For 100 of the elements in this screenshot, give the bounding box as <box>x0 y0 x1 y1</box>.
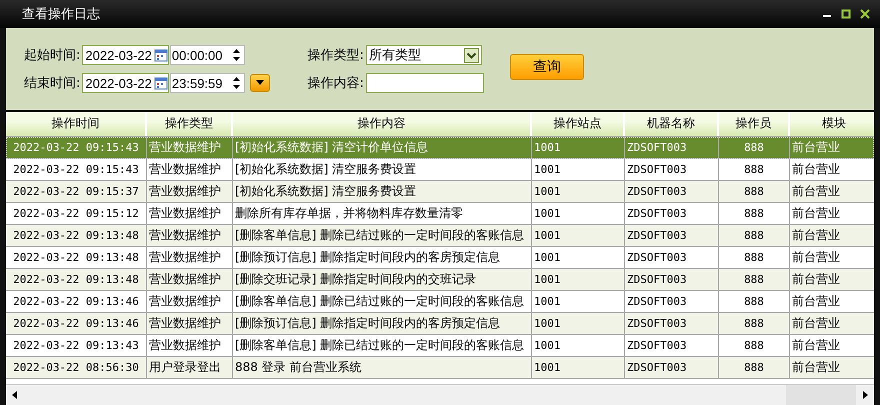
table-cell: [删除客单信息] 删除已结过账的一定时间段的客账信息 <box>235 294 524 308</box>
table-cell: 2022-03-22 08:56:30 <box>13 361 139 374</box>
table-cell: 888 <box>744 251 764 264</box>
date-field[interactable]: 2022-03-22 <box>82 45 169 65</box>
table-row[interactable]: 2022-03-22 09:13:46 营业数据维护 [删除客单信息] 删除已结过账的一定时间段的客账信息 1001 ZDSOFT003 888 前台营业 <box>6 291 874 313</box>
table-cell: 删除所有库存单据，并将物料库存数量清零 <box>235 206 463 220</box>
table-cell: 1001 <box>534 339 560 352</box>
table-cell: 前台营业 <box>792 206 840 220</box>
table-cell: 888 <box>744 295 764 308</box>
query-button[interactable]: 查询 <box>510 54 584 80</box>
spin-arrows-icon[interactable] <box>232 76 240 90</box>
table-cell: ZDSOFT003 <box>627 141 687 154</box>
spin-arrows-icon[interactable] <box>232 48 240 62</box>
table-cell: 888 <box>744 185 764 198</box>
table-cell: 营业数据维护 <box>149 162 221 176</box>
table-cell: 1001 <box>534 251 560 264</box>
table-row[interactable]: 2022-03-22 09:13:48 营业数据维护 [删除客单信息] 删除已结过账的一定时间段的客账信息 1001 ZDSOFT003 888 前台营业 <box>6 225 874 247</box>
table-cell: [删除预订信息] 删除指定时间段内的客房预定信息 <box>235 250 500 264</box>
table-cell: 2022-03-22 09:13:48 <box>13 229 139 242</box>
field-label: 操作类型: <box>308 47 364 64</box>
scrollbar-thumb[interactable] <box>786 385 856 405</box>
table-row[interactable]: 2022-03-22 09:13:48 营业数据维护 [删除预订信息] 删除指定时间段内的客房预定信息 1001 ZDSOFT003 888 前台营业 <box>6 247 874 269</box>
table-cell: [删除客单信息] 删除已结过账的一定时间段的客账信息 <box>235 228 524 242</box>
table-cell: 2022-03-22 09:13:48 <box>13 273 139 286</box>
table-cell: 营业数据维护 <box>149 140 221 154</box>
table-cell: 1001 <box>534 273 560 286</box>
table-cell: 前台营业 <box>792 228 840 242</box>
table-cell: 1001 <box>534 185 560 198</box>
table-cell: 营业数据维护 <box>149 184 221 198</box>
table-cell: ZDSOFT003 <box>627 185 687 198</box>
table-row[interactable]: 2022-03-22 09:13:48 营业数据维护 [删除交班记录] 删除指定时间段内的交班记录 1001 ZDSOFT003 888 前台营业 <box>6 269 874 291</box>
field-label: 结束时间: <box>24 75 80 92</box>
table-cell: 前台营业 <box>792 294 840 308</box>
table-cell: 2022-03-22 09:15:12 <box>13 207 139 220</box>
table-cell: 888 <box>744 361 764 374</box>
table-cell: ZDSOFT003 <box>627 361 687 374</box>
table-row[interactable]: 2022-03-22 09:15:37 营业数据维护 [初始化系统数据] 清空服务费设置 1001 ZDSOFT003 888 前台营业 <box>6 181 874 203</box>
table-cell: [删除交班记录] 删除指定时间段内的交班记录 <box>235 272 476 286</box>
horizontal-scrollbar[interactable] <box>6 384 874 405</box>
table-cell: 1001 <box>534 207 560 220</box>
table-row[interactable]: 2022-03-22 09:13:43 营业数据维护 [删除客单信息] 删除已结过账的一定时间段的客账信息 1001 ZDSOFT003 888 前台营业 <box>6 335 874 357</box>
table-cell: 1001 <box>534 317 560 330</box>
close-icon[interactable] <box>860 9 870 19</box>
table-cell: 888 <box>744 163 764 176</box>
table-cell: 前台营业 <box>792 272 840 286</box>
table-cell: 营业数据维护 <box>149 228 221 242</box>
calendar-icon[interactable] <box>154 48 168 62</box>
table-cell: 2022-03-22 09:13:46 <box>13 295 139 308</box>
time-field[interactable]: 23:59:59 <box>170 73 244 93</box>
field-label: 操作内容: <box>308 75 364 92</box>
table-cell: 1001 <box>534 163 560 176</box>
table-cell: ZDSOFT003 <box>627 229 687 242</box>
table-cell: 前台营业 <box>792 316 840 330</box>
table-cell: [删除预订信息] 删除指定时间段内的客房预定信息 <box>235 316 500 330</box>
table-cell: 888 <box>744 207 764 220</box>
table-cell: 888 <box>744 273 764 286</box>
table-cell: 营业数据维护 <box>149 250 221 264</box>
table-cell: 1001 <box>534 295 560 308</box>
table-row[interactable]: 2022-03-22 09:15:12 营业数据维护 删除所有库存单据，并将物料库存数量清零 1001 ZDSOFT003 888 前台营业 <box>6 203 874 225</box>
table-cell: 2022-03-22 09:15:43 <box>13 163 139 176</box>
table-row[interactable]: 2022-03-22 09:13:46 营业数据维护 [删除预订信息] 删除指定时间段内的客房预定信息 1001 ZDSOFT003 888 前台营业 <box>6 313 874 335</box>
table-cell: 888 登录 前台营业系统 <box>235 360 362 374</box>
maximize-icon[interactable] <box>841 9 851 19</box>
table-cell: 前台营业 <box>792 140 840 154</box>
chevron-down-icon[interactable] <box>464 48 479 62</box>
table-cell: 用户登录登出 <box>149 360 221 374</box>
type-select[interactable]: 所有类型 <box>366 45 482 65</box>
table-cell: 2022-03-22 09:13:46 <box>13 317 139 330</box>
table-cell: 营业数据维护 <box>149 272 221 286</box>
caret-down-icon[interactable] <box>254 80 264 86</box>
date-field[interactable]: 2022-03-22 <box>82 73 169 93</box>
content-input[interactable] <box>366 73 484 93</box>
time-field[interactable]: 00:00:00 <box>170 45 244 65</box>
table-cell: [初始化系统数据] 清空计价单位信息 <box>235 140 428 154</box>
table-cell: [初始化系统数据] 清空服务费设置 <box>235 184 416 198</box>
table-cell: 2022-03-22 09:15:43 <box>13 141 139 154</box>
table-cell: 1001 <box>534 141 560 154</box>
table-row[interactable]: 2022-03-22 09:15:43 营业数据维护 [初始化系统数据] 清空服务费设置 1001 ZDSOFT003 888 前台营业 <box>6 159 874 181</box>
table-cell: 1001 <box>534 361 560 374</box>
table-cell: ZDSOFT003 <box>627 273 687 286</box>
table-cell: 2022-03-22 09:13:48 <box>13 251 139 264</box>
table-cell: 888 <box>744 141 764 154</box>
table-cell: 1001 <box>534 229 560 242</box>
table-cell: ZDSOFT003 <box>627 251 687 264</box>
dropdown-button[interactable] <box>250 74 270 92</box>
table-cell: 营业数据维护 <box>149 316 221 330</box>
table-cell: 营业数据维护 <box>149 294 221 308</box>
table-cell: 888 <box>744 317 764 330</box>
field-label: 起始时间: <box>24 47 80 64</box>
table-row[interactable]: 2022-03-22 09:15:43 营业数据维护 [初始化系统数据] 清空计价单位信息 1001 ZDSOFT003 888 前台营业 <box>6 137 874 159</box>
table-cell: ZDSOFT003 <box>627 207 687 220</box>
table-cell: ZDSOFT003 <box>627 317 687 330</box>
table-cell: ZDSOFT003 <box>627 295 687 308</box>
calendar-icon[interactable] <box>154 76 168 90</box>
table-row[interactable]: 2022-03-22 08:56:30 用户登录登出 888 登录 前台营业系统 1001 ZDSOFT003 888 前台营业 <box>6 357 874 379</box>
table-cell: 888 <box>744 339 764 352</box>
table-cell: 前台营业 <box>792 338 840 352</box>
table-cell: 营业数据维护 <box>149 206 221 220</box>
table-cell: 前台营业 <box>792 162 840 176</box>
table-cell: 2022-03-22 09:13:43 <box>13 339 139 352</box>
